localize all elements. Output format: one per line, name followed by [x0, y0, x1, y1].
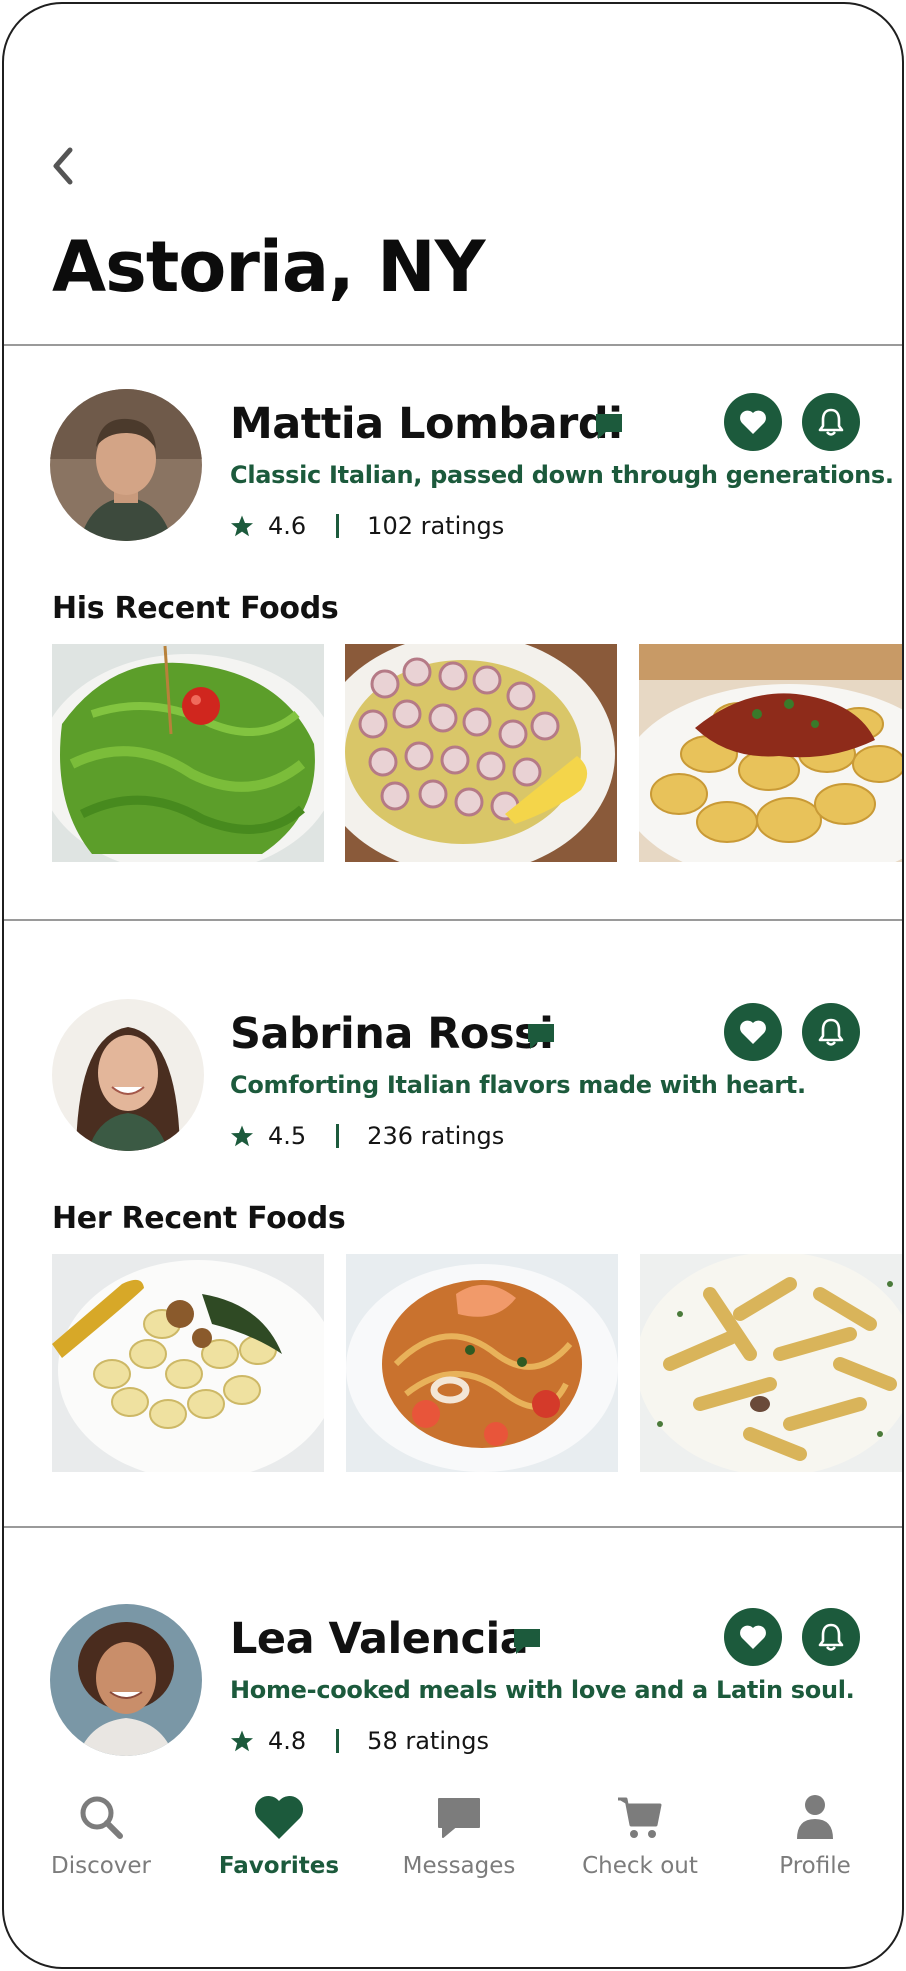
back-chevron-icon[interactable]	[48, 144, 78, 188]
bell-icon	[818, 1623, 844, 1651]
chef-tagline: Home-cooked meals with love and a Latin …	[230, 1676, 855, 1704]
ratings-count: 102 ratings	[367, 512, 505, 540]
favorite-heart-button[interactable]	[724, 1003, 782, 1061]
food-photo-octopus[interactable]	[345, 644, 617, 862]
food-photo-pesto-pasta[interactable]	[52, 644, 324, 862]
nav-item-discover[interactable]: Discover	[16, 1779, 186, 1879]
recent-foods-label: Her Recent Foods	[52, 1201, 346, 1236]
heart-icon	[740, 1625, 766, 1649]
person-icon	[797, 1795, 833, 1839]
chef-avatar[interactable]	[50, 389, 202, 541]
rating-separator	[336, 514, 340, 538]
search-icon	[80, 1796, 123, 1839]
food-photo-gnocchi[interactable]	[52, 1254, 324, 1472]
section-divider	[4, 1526, 902, 1528]
nav-label: Messages	[402, 1853, 516, 1879]
section-divider	[4, 344, 902, 346]
rating-row: 4.6 102 ratings	[230, 509, 504, 543]
phone-frame: Astoria, NY Mattia Lombardi Classic Ital…	[2, 2, 904, 1969]
nav-label: Profile	[779, 1853, 851, 1879]
bell-icon	[818, 408, 844, 436]
nav-label: Favorites	[218, 1853, 340, 1879]
chef-card-lea[interactable]: Lea Valencia Home-cooked meals with love…	[4, 1604, 902, 1779]
message-chef-icon[interactable]	[594, 411, 624, 441]
bell-icon	[818, 1018, 844, 1046]
star-icon	[231, 1730, 253, 1752]
nav-item-checkout[interactable]: Check out	[555, 1779, 725, 1879]
food-photo-seafood-spaghetti[interactable]	[346, 1254, 618, 1472]
bottom-nav: Discover Favorites Messages Check out Pr…	[4, 1779, 902, 1899]
rating-value: 4.8	[268, 1727, 307, 1755]
nav-item-messages[interactable]: Messages	[374, 1779, 544, 1879]
cart-icon	[618, 1797, 662, 1838]
chef-name: Mattia Lombardi	[230, 399, 623, 449]
rating-value: 4.5	[268, 1122, 307, 1150]
ratings-count: 58 ratings	[367, 1727, 489, 1755]
nav-label: Check out	[582, 1853, 698, 1879]
notify-bell-button[interactable]	[802, 393, 860, 451]
message-chef-icon[interactable]	[526, 1021, 556, 1051]
rating-separator	[336, 1124, 340, 1148]
star-icon	[231, 1125, 253, 1147]
chef-avatar[interactable]	[52, 999, 204, 1151]
chef-tagline: Classic Italian, passed down through gen…	[230, 461, 894, 489]
notify-bell-button[interactable]	[802, 1608, 860, 1666]
rating-value: 4.6	[268, 512, 307, 540]
star-icon	[231, 515, 253, 537]
chef-card-mattia[interactable]: Mattia Lombardi Classic Italian, passed …	[4, 389, 902, 929]
chef-avatar[interactable]	[50, 1604, 202, 1756]
heart-icon	[740, 410, 766, 434]
section-divider	[4, 919, 902, 921]
nav-item-favorites[interactable]: Favorites	[194, 1779, 364, 1879]
rating-row: 4.8 58 ratings	[230, 1724, 489, 1758]
favorite-heart-button[interactable]	[724, 393, 782, 451]
food-photo-penne[interactable]	[640, 1254, 902, 1472]
ratings-count: 236 ratings	[367, 1122, 505, 1150]
chef-name: Sabrina Rossi	[230, 1009, 554, 1059]
recent-foods-label: His Recent Foods	[52, 591, 339, 626]
heart-icon	[740, 1020, 766, 1044]
nav-item-profile[interactable]: Profile	[730, 1779, 900, 1879]
rating-row: 4.5 236 ratings	[230, 1119, 504, 1153]
chef-name: Lea Valencia	[230, 1614, 529, 1664]
message-chef-icon[interactable]	[512, 1626, 542, 1656]
nav-label: Discover	[50, 1853, 152, 1879]
page-title: Astoria, NY	[52, 226, 485, 308]
food-photo-tortellini[interactable]	[639, 644, 902, 862]
chat-icon	[438, 1798, 480, 1838]
rating-separator	[336, 1729, 340, 1753]
heart-icon	[254, 1795, 304, 1839]
chef-tagline: Comforting Italian flavors made with hea…	[230, 1071, 806, 1099]
favorite-heart-button[interactable]	[724, 1608, 782, 1666]
chef-card-sabrina[interactable]: Sabrina Rossi Comforting Italian flavors…	[4, 999, 902, 1539]
notify-bell-button[interactable]	[802, 1003, 860, 1061]
